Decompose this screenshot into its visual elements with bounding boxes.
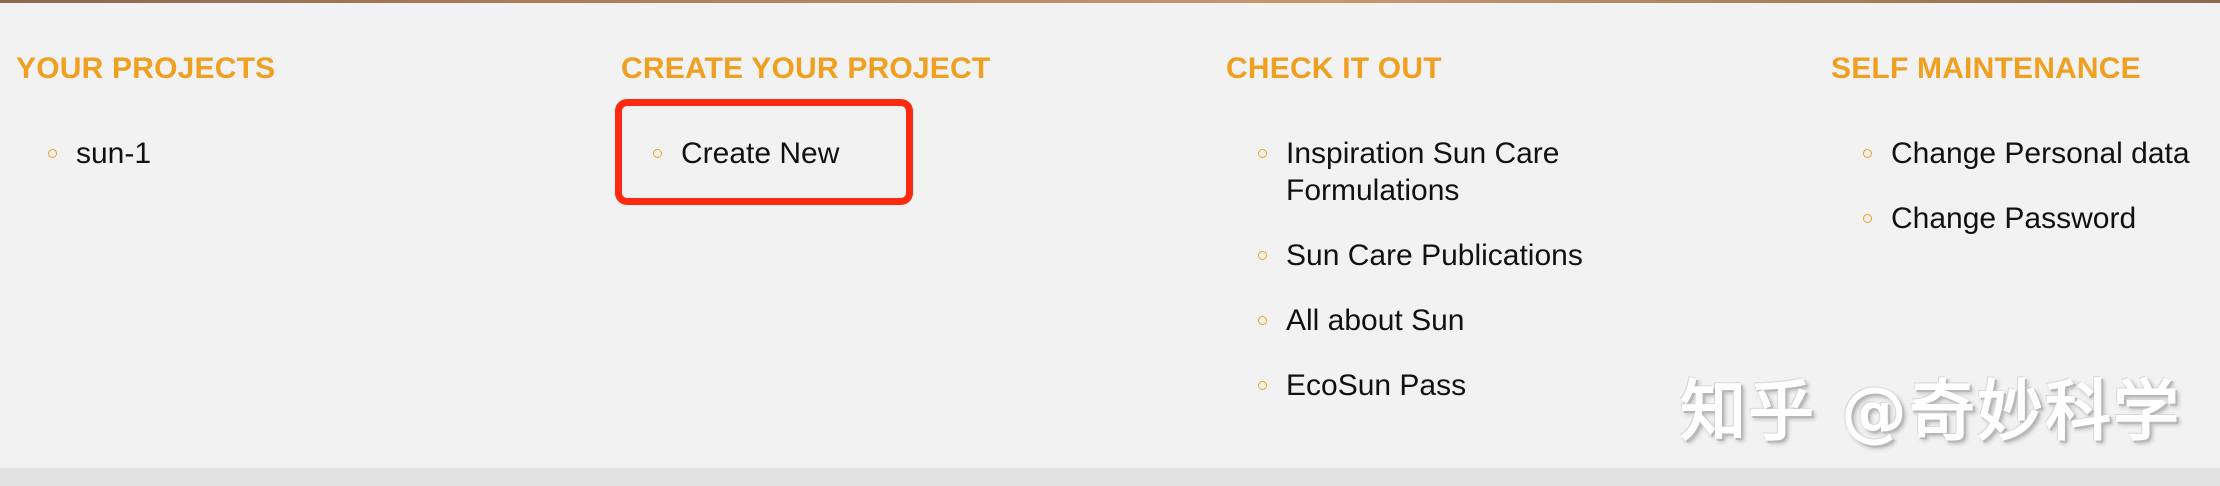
section-title-create-your-project: CREATE YOUR PROJECT	[621, 52, 991, 85]
menu-item-label: EcoSun Pass	[1286, 369, 1467, 402]
menu-item-label: All about Sun	[1286, 304, 1465, 337]
ecosun-pass-link[interactable]: EcoSun Pass	[1258, 367, 1606, 404]
check-it-out-list: Inspiration Sun Care Formulations Sun Ca…	[1258, 135, 1606, 432]
circle-bullet-icon	[48, 149, 57, 158]
change-password-link[interactable]: Change Password	[1863, 200, 2190, 237]
watermark-text: 知乎 @奇妙科学	[1680, 373, 2181, 450]
circle-bullet-icon	[1258, 381, 1267, 390]
section-title-check-it-out: CHECK IT OUT	[1226, 52, 1442, 85]
project-link-sun-1[interactable]: sun-1	[48, 135, 151, 172]
create-new-link[interactable]: Create New	[653, 135, 839, 172]
footer-divider	[0, 468, 2220, 486]
change-personal-data-link[interactable]: Change Personal data	[1863, 135, 2190, 172]
inspiration-formulations-link[interactable]: Inspiration Sun Care Formulations	[1258, 135, 1606, 209]
section-title-self-maintenance: SELF MAINTENANCE	[1831, 52, 2141, 85]
menu-item-label: sun-1	[76, 137, 152, 170]
menu-item-label: Change Personal data	[1891, 137, 2190, 170]
top-border	[0, 0, 2220, 3]
section-title-your-projects: YOUR PROJECTS	[16, 52, 276, 85]
column-self-maintenance: SELF MAINTENANCE Change Personal data Ch…	[1831, 52, 2190, 235]
circle-bullet-icon	[1258, 149, 1267, 158]
create-project-list: Create New	[653, 135, 839, 200]
self-maintenance-list: Change Personal data Change Password	[1863, 135, 2190, 265]
your-projects-list: sun-1	[48, 135, 151, 200]
circle-bullet-icon	[1863, 214, 1872, 223]
sun-care-publications-link[interactable]: Sun Care Publications	[1258, 237, 1606, 274]
all-about-sun-link[interactable]: All about Sun	[1258, 302, 1606, 339]
column-check-it-out: CHECK IT OUT Inspiration Sun Care Formul…	[1226, 52, 1583, 402]
circle-bullet-icon	[1258, 316, 1267, 325]
circle-bullet-icon	[653, 149, 662, 158]
menu-item-label: Inspiration Sun Care Formulations	[1286, 137, 1560, 207]
menu-item-label: Create New	[681, 137, 840, 170]
menu-item-label: Sun Care Publications	[1286, 239, 1583, 272]
circle-bullet-icon	[1258, 251, 1267, 260]
menu-item-label: Change Password	[1891, 202, 2137, 235]
column-your-projects: YOUR PROJECTS sun-1	[16, 52, 276, 170]
circle-bullet-icon	[1863, 149, 1872, 158]
column-create-your-project: CREATE YOUR PROJECT Create New	[621, 52, 991, 170]
